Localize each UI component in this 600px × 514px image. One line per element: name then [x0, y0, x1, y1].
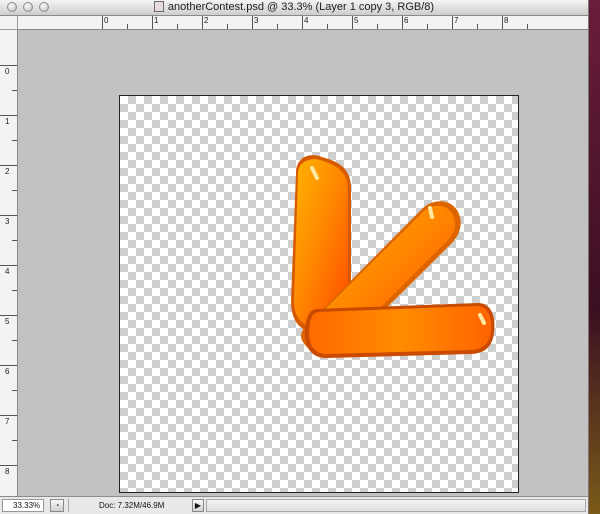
ruler-minor-tick — [12, 440, 17, 441]
ruler-label: 0 — [104, 16, 109, 25]
ruler-minor-tick — [12, 240, 17, 241]
document-icon — [153, 1, 164, 12]
ruler-minor-tick — [177, 24, 178, 29]
ruler-label: 5 — [354, 16, 359, 25]
ruler-tick — [302, 16, 303, 29]
ruler-minor-tick — [527, 24, 528, 29]
ruler-tick — [452, 16, 453, 29]
ruler-label: 4 — [5, 267, 10, 276]
ruler-label: 1 — [5, 117, 10, 126]
ruler-label: 7 — [5, 417, 10, 426]
ruler-tick — [0, 415, 17, 416]
ruler-tick — [152, 16, 153, 29]
ruler-label: 0 — [5, 67, 10, 76]
ruler-minor-tick — [427, 24, 428, 29]
ruler-tick — [0, 265, 17, 266]
status-menu-arrow[interactable]: ▶ — [192, 499, 204, 512]
ruler-tick — [0, 165, 17, 166]
ruler-tick — [252, 16, 253, 29]
canvas-area[interactable] — [18, 30, 588, 496]
ruler-label: 8 — [5, 467, 10, 476]
ruler-label: 6 — [404, 16, 409, 25]
document-canvas[interactable] — [119, 95, 519, 493]
ruler-minor-tick — [12, 90, 17, 91]
document-size-info: Doc: 7.32M/46.9M — [68, 499, 190, 512]
ruler-origin[interactable] — [0, 16, 18, 30]
ruler-tick — [0, 65, 17, 66]
title-bar[interactable]: anotherContest.psd @ 33.3% (Layer 1 copy… — [0, 0, 588, 16]
ruler-minor-tick — [377, 24, 378, 29]
ruler-label: 3 — [254, 16, 259, 25]
ruler-tick — [202, 16, 203, 29]
vertical-ruler[interactable]: 0 1 2 3 4 5 6 7 8 — [0, 30, 18, 496]
ruler-tick — [0, 315, 17, 316]
zoom-level-field[interactable]: 33.33% — [2, 499, 44, 512]
orange-arrow-artwork[interactable] — [120, 96, 518, 492]
ruler-minor-tick — [327, 24, 328, 29]
status-info-button[interactable]: ◔ — [50, 499, 64, 512]
horizontal-pill-shape — [304, 303, 495, 358]
ruler-minor-tick — [477, 24, 478, 29]
ruler-label: 1 — [154, 16, 159, 25]
ruler-minor-tick — [12, 140, 17, 141]
horizontal-scrollbar[interactable] — [206, 499, 586, 512]
window-title-container: anotherContest.psd @ 33.3% (Layer 1 copy… — [0, 1, 588, 14]
ruler-tick — [352, 16, 353, 29]
ruler-label: 2 — [5, 167, 10, 176]
horizontal-ruler[interactable]: 0 1 2 3 4 5 6 7 8 — [18, 16, 588, 30]
ruler-label: 6 — [5, 367, 10, 376]
document-window: anotherContest.psd @ 33.3% (Layer 1 copy… — [0, 0, 589, 514]
ruler-label: 5 — [5, 317, 10, 326]
ruler-minor-tick — [12, 190, 17, 191]
ruler-minor-tick — [227, 24, 228, 29]
ruler-tick — [402, 16, 403, 29]
ruler-tick — [0, 215, 17, 216]
status-bar: 33.33% ◔ Doc: 7.32M/46.9M ▶ — [0, 496, 588, 514]
ruler-tick — [0, 115, 17, 116]
ruler-tick — [102, 16, 103, 29]
ruler-minor-tick — [12, 390, 17, 391]
ruler-tick — [0, 365, 17, 366]
ruler-label: 3 — [5, 217, 10, 226]
ruler-tick — [0, 465, 17, 466]
ruler-label: 2 — [204, 16, 209, 25]
ruler-label: 4 — [304, 16, 309, 25]
ruler-label: 7 — [454, 16, 459, 25]
ruler-label: 8 — [504, 16, 509, 25]
ruler-minor-tick — [127, 24, 128, 29]
ruler-minor-tick — [277, 24, 278, 29]
ruler-minor-tick — [12, 340, 17, 341]
ruler-tick — [502, 16, 503, 29]
ruler-minor-tick — [12, 290, 17, 291]
window-title: anotherContest.psd @ 33.3% (Layer 1 copy… — [167, 1, 435, 13]
